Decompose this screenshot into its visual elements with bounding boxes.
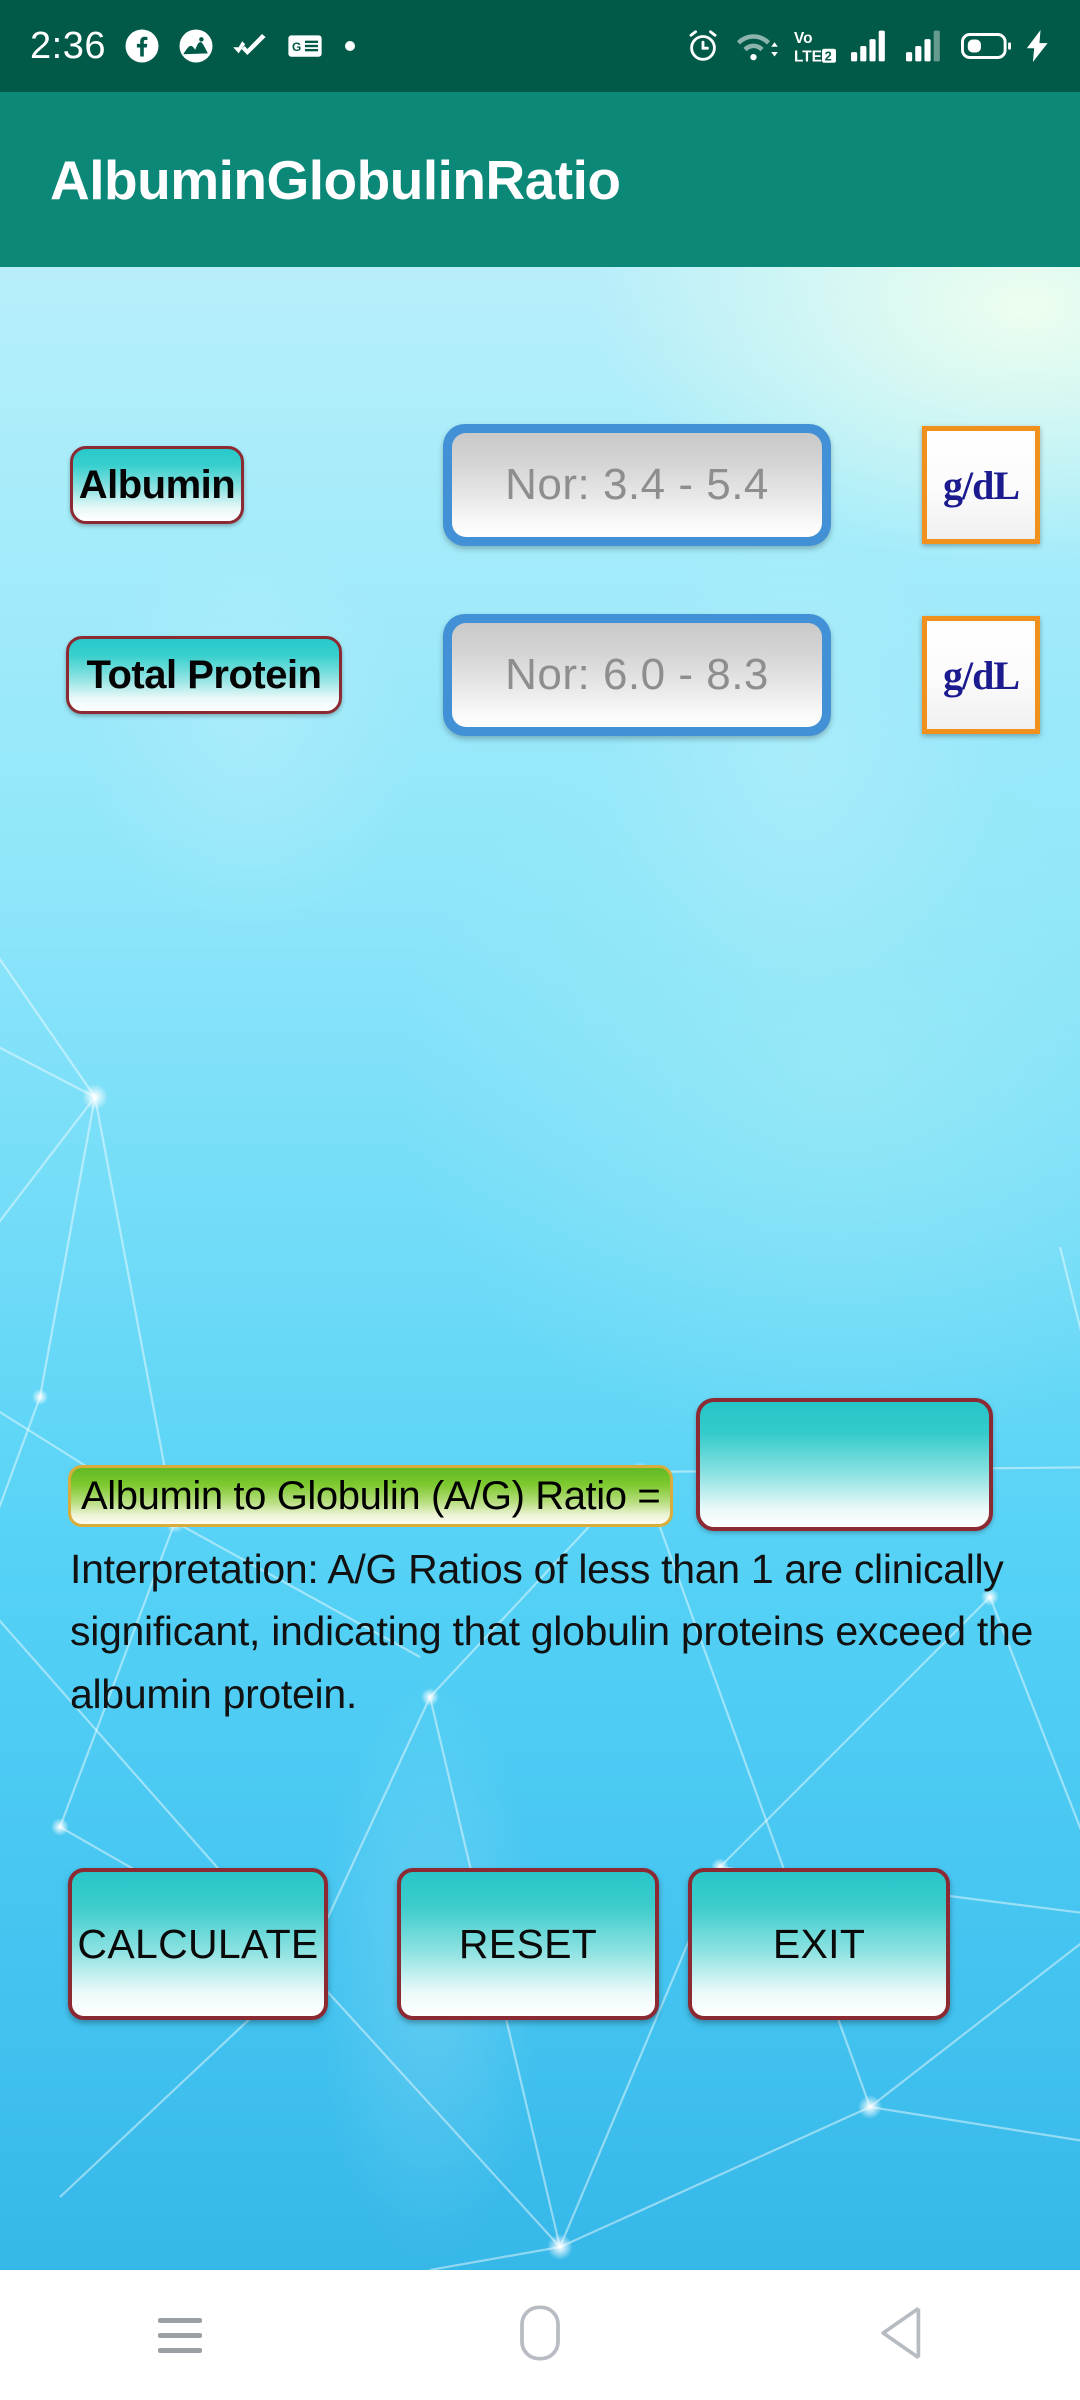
svg-text:2: 2 [825, 50, 832, 64]
albumin-input-row: Albumin Nor: 3.4 - 5.4 g/dL [0, 415, 1080, 555]
svg-text:G: G [292, 40, 301, 54]
back-button[interactable] [830, 2285, 970, 2385]
total-protein-input-placeholder[interactable]: Nor: 6.0 - 8.3 [452, 623, 822, 727]
result-area: Albumin to Globulin (A/G) Ratio = [0, 1390, 1080, 1538]
albumin-input[interactable]: Nor: 3.4 - 5.4 [443, 424, 831, 546]
app-screen: 2:36 G Vo LTE 2 AlbuminGlobulinRatio Alb… [0, 0, 1080, 2400]
charging-bolt-icon [1026, 30, 1050, 62]
home-button[interactable] [470, 2285, 610, 2385]
gallery-icon [178, 28, 214, 64]
action-button-row: CALCULATE RESET EXIT [0, 1868, 1080, 2020]
double-check-icon [232, 31, 268, 61]
total-protein-unit-badge: g/dL [922, 616, 1040, 734]
albumin-unit-badge: g/dL [922, 426, 1040, 544]
google-news-icon: G [286, 31, 324, 61]
albumin-input-placeholder[interactable]: Nor: 3.4 - 5.4 [452, 433, 822, 537]
signal-sim2-icon [906, 30, 946, 62]
app-bar: AlbuminGlobulinRatio [0, 92, 1080, 267]
status-time: 2:36 [30, 24, 106, 67]
alarm-icon [684, 27, 722, 65]
facebook-icon [124, 28, 160, 64]
status-bar-right: Vo LTE 2 [684, 26, 1050, 66]
status-bar-left: 2:36 G [30, 25, 358, 68]
total-protein-input[interactable]: Nor: 6.0 - 8.3 [443, 614, 831, 736]
dot-icon [342, 38, 358, 54]
albumin-label: Albumin [70, 446, 244, 524]
total-protein-input-row: Total Protein Nor: 6.0 - 8.3 g/dL [0, 605, 1080, 745]
battery-icon [961, 31, 1011, 61]
ag-ratio-label: Albumin to Globulin (A/G) Ratio = [68, 1465, 674, 1527]
total-protein-label: Total Protein [66, 636, 342, 714]
svg-text:LTE: LTE [794, 48, 822, 65]
recents-icon [158, 2317, 202, 2353]
system-navigation-bar [0, 2270, 1080, 2400]
back-icon [877, 2305, 923, 2366]
svg-text:Vo: Vo [794, 30, 813, 47]
ag-ratio-result-box [696, 1398, 993, 1531]
exit-button[interactable]: EXIT [688, 1868, 950, 2020]
home-icon [520, 2304, 560, 2366]
result-line: Albumin to Globulin (A/G) Ratio = [0, 1390, 1080, 1538]
volte-icon: Vo LTE 2 [794, 26, 836, 66]
interpretation-text: Interpretation: A/G Ratios of less than … [70, 1546, 1033, 1717]
signal-sim1-icon [851, 30, 891, 62]
calculate-button[interactable]: CALCULATE [68, 1868, 328, 2020]
status-bar: 2:36 G Vo LTE 2 [0, 0, 1080, 92]
recents-button[interactable] [110, 2285, 250, 2385]
reset-button[interactable]: RESET [397, 1868, 659, 2020]
page-title: AlbuminGlobulinRatio [50, 148, 621, 211]
wifi-icon [737, 29, 779, 63]
